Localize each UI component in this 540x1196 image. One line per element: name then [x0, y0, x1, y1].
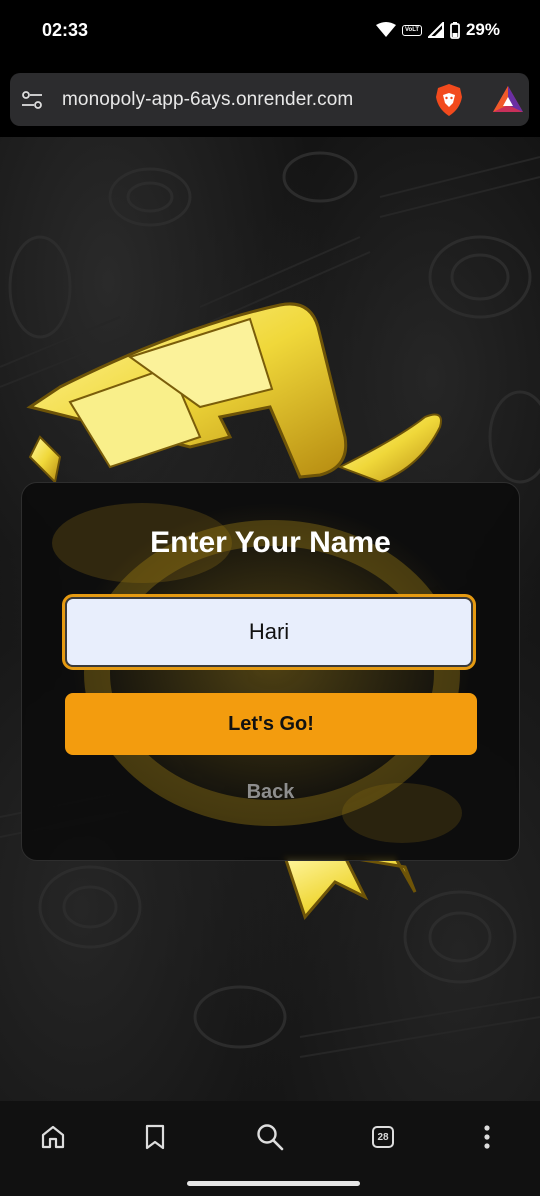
status-time: 02:33 — [42, 20, 89, 40]
status-bar: 02:33 VoLTE 29% — [0, 0, 540, 64]
tabs-button[interactable]: 28 — [365, 1119, 401, 1155]
page-viewport: Enter Your Name Let's Go! Back — [0, 137, 540, 1101]
name-input[interactable] — [62, 594, 476, 670]
home-icon — [41, 1125, 65, 1149]
back-button[interactable]: Back — [22, 781, 519, 804]
home-button[interactable] — [35, 1119, 71, 1155]
search-button[interactable] — [252, 1119, 288, 1155]
lets-go-button[interactable]: Let's Go! — [65, 693, 477, 755]
status-icons: VoLTE 29% — [375, 20, 500, 40]
battery-icon — [450, 21, 460, 39]
url-text[interactable]: monopoly-app-6ays.onrender.com — [62, 89, 353, 111]
wifi-icon — [375, 22, 396, 37]
name-modal: Enter Your Name Let's Go! Back — [21, 482, 520, 861]
site-settings-icon[interactable] — [20, 88, 44, 112]
cell-signal-icon — [427, 22, 444, 38]
tab-count-badge: 28 — [372, 1126, 394, 1148]
battery-percent: 29% — [465, 20, 500, 39]
address-bar[interactable]: monopoly-app-6ays.onrender.com — [10, 73, 529, 126]
bookmarks-button[interactable] — [137, 1119, 173, 1155]
bookmark-icon — [145, 1124, 165, 1150]
modal-title: Enter Your Name — [150, 526, 391, 559]
brave-rewards-icon[interactable] — [492, 85, 524, 113]
gesture-handle[interactable] — [187, 1181, 360, 1186]
more-vertical-icon — [484, 1125, 490, 1149]
volte-badge: VoLTE — [401, 24, 422, 36]
menu-button[interactable] — [469, 1119, 505, 1155]
brave-shields-icon[interactable] — [434, 83, 464, 117]
search-icon — [257, 1124, 284, 1151]
browser-bottom-toolbar: 28 — [0, 1101, 540, 1196]
